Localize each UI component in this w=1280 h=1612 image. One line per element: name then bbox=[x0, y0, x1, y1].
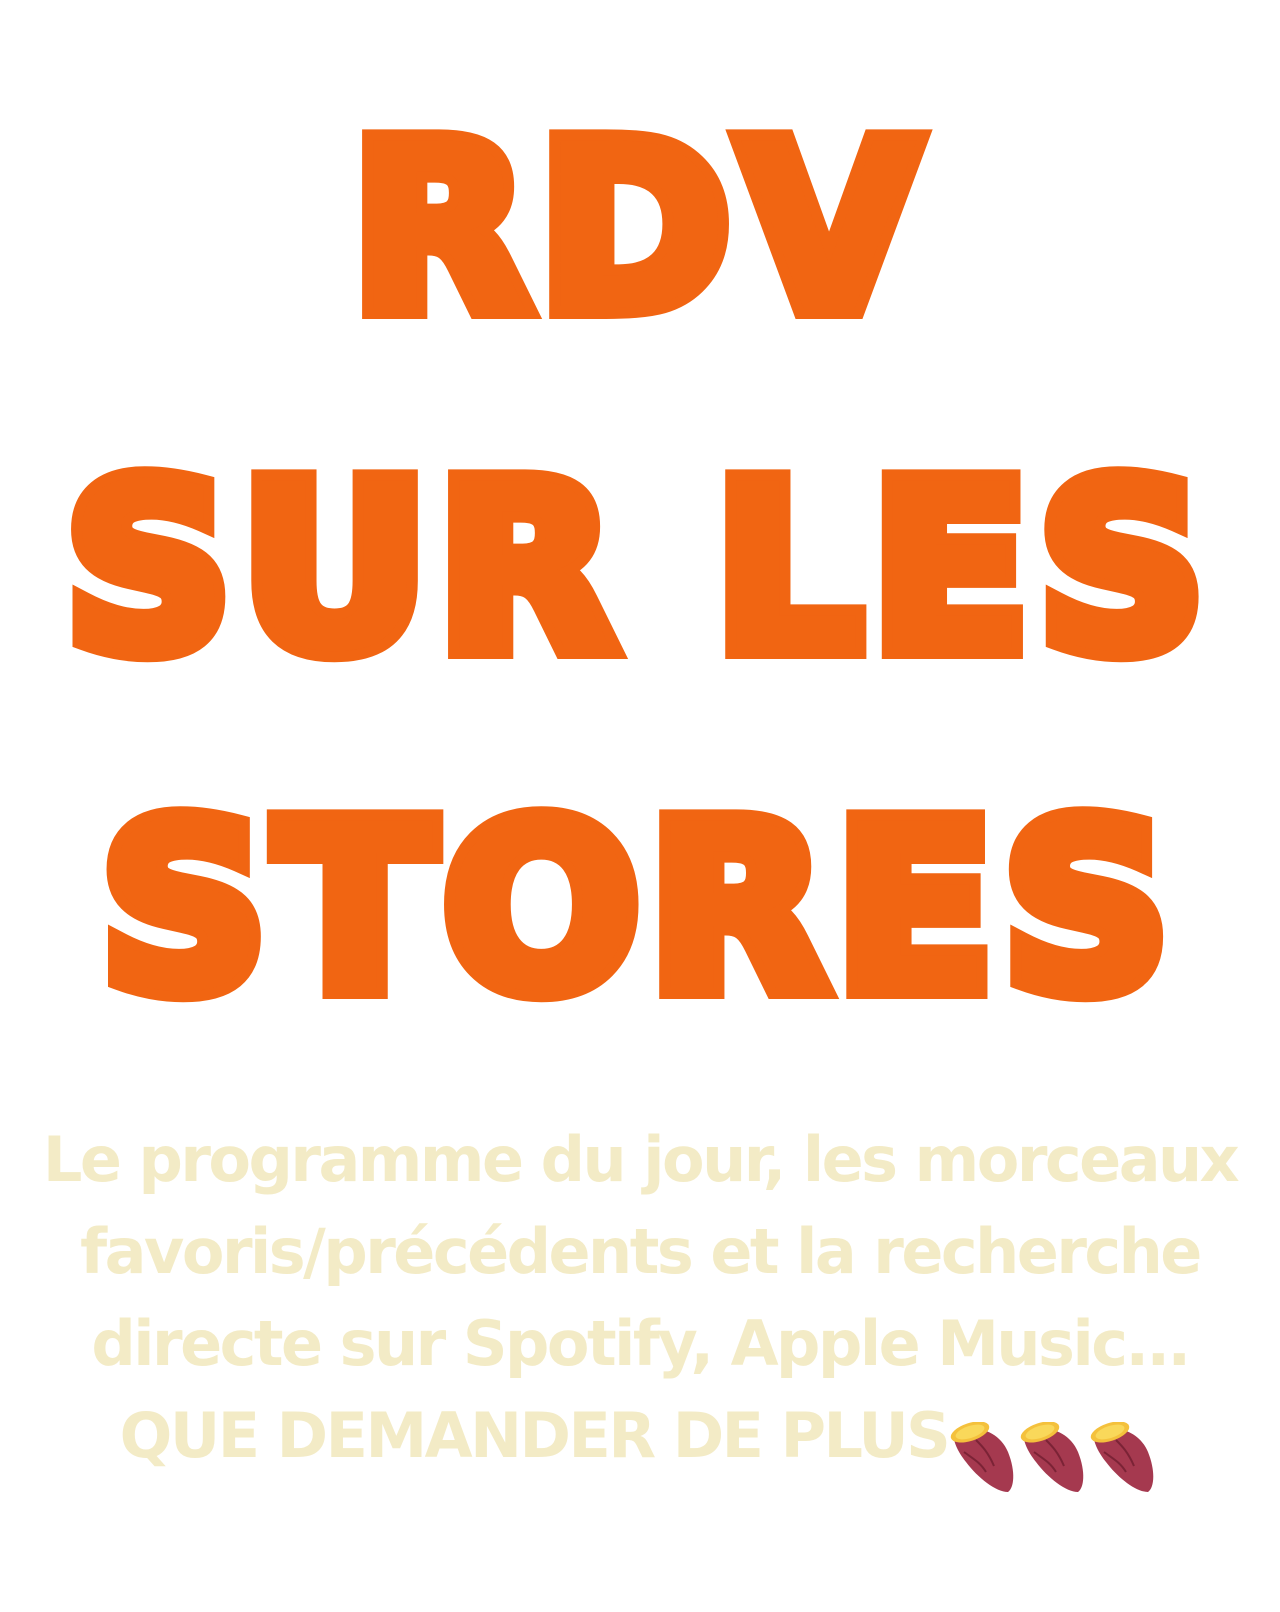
headline-line-1: RDV bbox=[341, 85, 929, 374]
sweet-potato-icon bbox=[1021, 1422, 1084, 1492]
headline-line-3: STORES bbox=[90, 765, 1180, 1054]
headline-line-2: SUR LES bbox=[55, 425, 1216, 714]
emoji-group bbox=[950, 1402, 1160, 1494]
headline: RDV SUR LES STORES bbox=[0, 60, 1280, 1080]
description: Le programme du jour, les morceaux favor… bbox=[20, 1114, 1260, 1494]
sweet-potato-icon bbox=[1091, 1422, 1154, 1492]
sweet-potato-icon bbox=[951, 1422, 1014, 1492]
